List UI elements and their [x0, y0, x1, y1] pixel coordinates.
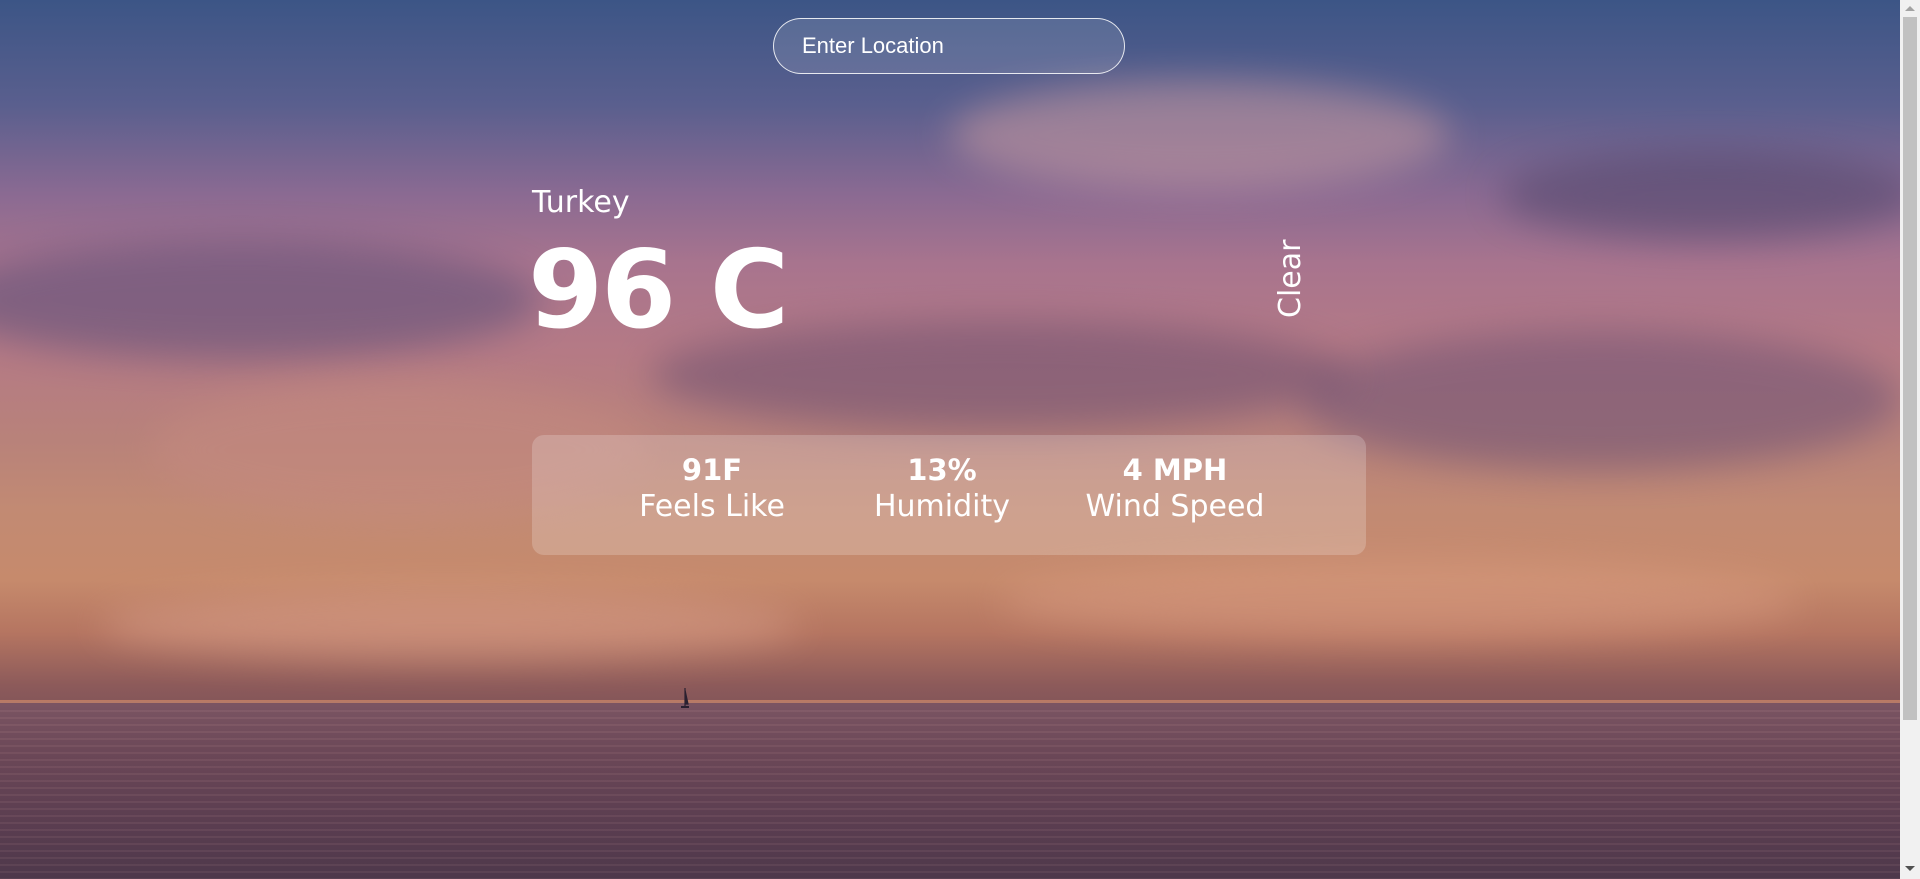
horizon-line — [0, 700, 1900, 703]
weather-condition: Clear — [1273, 239, 1308, 318]
location-name: Turkey — [532, 185, 630, 220]
cloud — [1500, 150, 1900, 240]
cloud — [950, 80, 1450, 190]
scroll-down-icon[interactable] — [1905, 866, 1915, 871]
wind-speed-label: Wind Speed — [1085, 488, 1265, 524]
temperature-value: 96 C — [528, 228, 789, 353]
stat-humidity: 13% Humidity — [862, 453, 1022, 526]
humidity-label: Humidity — [873, 488, 1011, 524]
humidity-value: 13% — [907, 453, 977, 487]
sailboat-icon — [681, 688, 689, 708]
cloud — [0, 240, 540, 360]
vertical-scrollbar[interactable] — [1900, 0, 1920, 879]
scroll-up-icon[interactable] — [1905, 6, 1915, 11]
cloud — [100, 590, 800, 660]
stat-wind-speed: 4 MPH Wind Speed — [1075, 453, 1275, 526]
wind-speed-value: 4 MPH — [1122, 453, 1228, 487]
cloud — [1000, 560, 1800, 640]
feels-like-value: 91F — [681, 453, 743, 487]
background-photo: Turkey 96 C Clear 91F Feels Like 13% Hum… — [0, 0, 1900, 879]
scrollbar-thumb[interactable] — [1903, 17, 1917, 720]
location-search-input[interactable] — [773, 18, 1125, 74]
stat-feels-like: 91F Feels Like — [632, 453, 792, 526]
weather-stats-panel: 91F Feels Like 13% Humidity 4 MPH Wind S… — [532, 435, 1366, 555]
sea-shimmer — [0, 710, 1900, 879]
cloud — [1300, 330, 1900, 470]
feels-like-label: Feels Like — [639, 488, 785, 524]
